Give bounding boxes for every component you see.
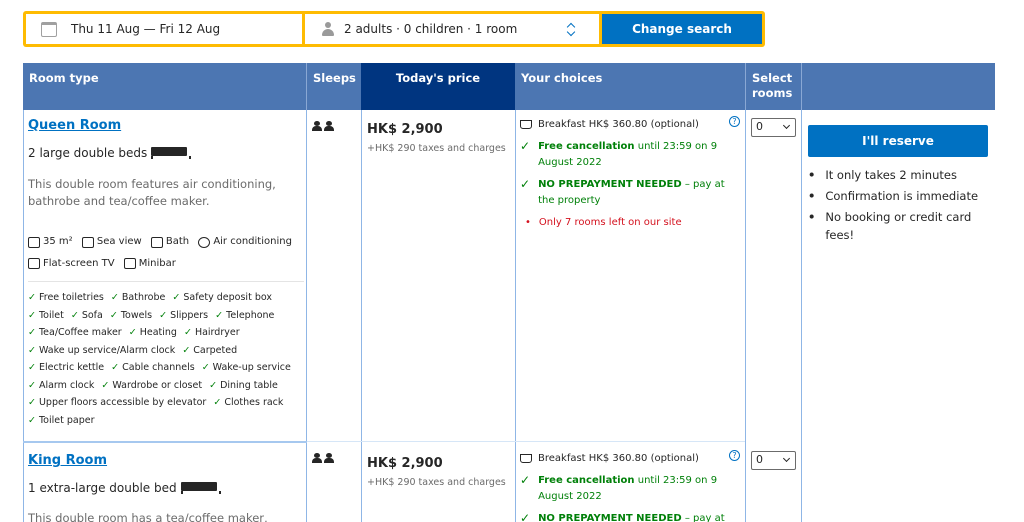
amenity: ✓ Wardrobe or closet	[101, 379, 203, 391]
calendar-icon	[41, 21, 57, 37]
amenity: ✓ Telephone	[215, 309, 275, 321]
cancellation-option: ✓ Free cancellation until 23:59 on 9 Aug…	[520, 473, 718, 502]
date-range-text: Thu 11 Aug — Fri 12 Aug	[71, 22, 221, 36]
amenity: ✓ Hairdryer	[183, 327, 240, 338]
change-search-button[interactable]: Change search	[602, 14, 762, 44]
facility-size: 35 m²	[28, 233, 73, 251]
header-sleeps: Sleeps	[313, 71, 356, 85]
help-icon[interactable]: ?	[729, 450, 740, 461]
facility-bath: Bath	[150, 233, 189, 251]
header-todays-price: Today's price	[361, 63, 515, 110]
amenity: ✓ Towels	[109, 309, 153, 321]
chevron-down-icon	[782, 121, 791, 130]
room-facilities: 35 m² Sea view Bath Air conditioning Fla…	[28, 233, 308, 276]
search-bar: Thu 11 Aug — Fri 12 Aug 2 adults · 0 chi…	[23, 11, 765, 47]
room-beds: 2 large double beds	[28, 146, 192, 160]
divider	[28, 281, 304, 282]
room-choices: Breakfast HK$ 360.80 (optional) ✓ Free c…	[520, 451, 740, 522]
amenity: ✓ Slippers	[159, 309, 209, 321]
sea-view-icon	[81, 236, 94, 248]
benefit-item: It only takes 2 minutes	[808, 166, 988, 184]
room-price: HK$ 2,900	[367, 122, 443, 137]
amenity: ✓ Tea/Coffee maker	[28, 327, 122, 338]
amenity: ✓ Alarm clock	[28, 379, 95, 391]
amenity: ✓ Toilet	[28, 309, 64, 321]
room-table-header: Room type Sleeps Today's price Your choi…	[23, 63, 995, 110]
ruler-icon	[28, 236, 40, 248]
amenity: ✓ Wake-up service	[201, 362, 291, 373]
prepayment-option: ✓ NO PREPAYMENT NEEDED – pay at the prop…	[520, 177, 725, 206]
room-beds: 1 extra-large double bed	[28, 481, 221, 495]
snowflake-icon	[198, 236, 211, 248]
bed-icon	[151, 147, 192, 159]
guests-text: 2 adults · 0 children · 1 room	[344, 22, 518, 36]
coffee-cup-icon	[520, 120, 532, 129]
facility-tv: Flat-screen TV	[28, 255, 115, 273]
date-picker[interactable]: Thu 11 Aug — Fri 12 Aug	[26, 14, 302, 44]
room-taxes: +HK$ 290 taxes and charges	[367, 477, 506, 488]
bed-icon	[180, 482, 221, 494]
minibar-icon	[123, 258, 136, 269]
benefit-item: No booking or credit card fees!	[808, 208, 988, 244]
rooms-left-notice: • Only 7 rooms left on our site	[525, 217, 682, 228]
room-price: HK$ 2,900	[367, 456, 443, 471]
breakfast-option: Breakfast HK$ 360.80 (optional)	[520, 117, 740, 133]
guests-selector[interactable]: 2 adults · 0 children · 1 room	[305, 14, 599, 44]
amenity: ✓ Electric kettle	[28, 362, 105, 373]
reserve-benefits: It only takes 2 minutes Confirmation is …	[808, 166, 988, 247]
benefit-item: Confirmation is immediate	[808, 187, 988, 205]
room-choices: Breakfast HK$ 360.80 (optional) ✓ Free c…	[520, 117, 740, 231]
two-persons-icon	[312, 453, 336, 465]
facility-air-conditioning: Air conditioning	[198, 233, 292, 251]
amenity: ✓ Toilet paper	[28, 414, 95, 426]
amenity: ✓ Safety deposit box	[172, 292, 272, 303]
up-down-chevron-icon	[567, 22, 575, 36]
amenity: ✓ Sofa	[70, 309, 103, 321]
header-your-choices: Your choices	[521, 71, 603, 85]
facility-minibar: Minibar	[123, 255, 176, 273]
amenity: ✓ Cable channels	[111, 362, 195, 373]
chevron-down-icon	[782, 454, 791, 463]
tv-icon	[28, 258, 40, 269]
amenity: ✓ Wake up service/Alarm clock	[28, 344, 176, 356]
amenity: ✓ Upper floors accessible by elevator	[28, 397, 207, 408]
coffee-cup-icon	[520, 454, 532, 463]
person-icon	[321, 21, 335, 37]
room-amenities: ✓ Free toiletries ✓ Bathrobe ✓ Safety depos…	[28, 289, 310, 429]
amenity: ✓ Dining table	[209, 379, 278, 391]
bath-icon	[150, 236, 163, 248]
room-name-king[interactable]: King Room	[28, 453, 107, 468]
reserve-button[interactable]: I'll reserve	[808, 125, 988, 157]
room-description: This double room features air conditioni…	[28, 177, 276, 208]
prepayment-option: ✓ NO PREPAYMENT NEEDED – pay at the	[520, 511, 725, 522]
amenity: ✓ Clothes rack	[213, 397, 284, 408]
header-select-rooms: Select rooms	[752, 71, 793, 100]
cancellation-option: ✓ Free cancellation until 23:59 on 9 Aug…	[520, 139, 718, 168]
two-persons-icon	[312, 121, 336, 133]
help-icon[interactable]: ?	[729, 116, 740, 127]
room-quantity-select[interactable]: 0	[751, 118, 796, 137]
facility-sea-view: Sea view	[81, 233, 142, 251]
room-quantity-select[interactable]: 0	[751, 451, 796, 470]
amenity: ✓ Free toiletries	[28, 292, 104, 303]
header-room-type: Room type	[29, 71, 99, 85]
amenity: ✓ Carpeted	[182, 344, 238, 356]
amenity: ✓ Heating	[128, 327, 177, 338]
breakfast-option: Breakfast HK$ 360.80 (optional)	[520, 451, 740, 467]
room-name-queen[interactable]: Queen Room	[28, 118, 121, 133]
room-description: This double room has a tea/coffee maker,	[28, 511, 268, 522]
room-taxes: +HK$ 290 taxes and charges	[367, 143, 506, 154]
amenity: ✓ Bathrobe	[110, 292, 166, 303]
